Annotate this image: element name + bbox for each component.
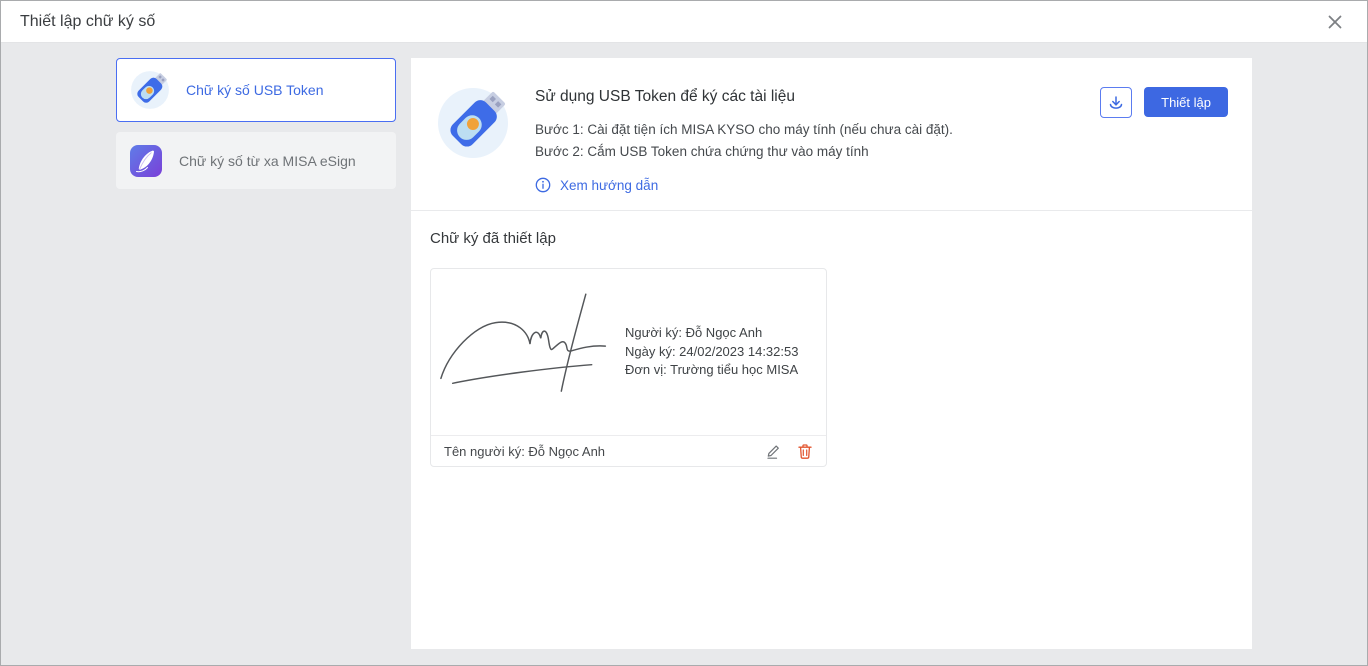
usb-section-title: Sử dụng USB Token để ký các tài liệu bbox=[535, 88, 795, 105]
signature-info: Người ký: Đỗ Ngọc Anh Ngày ký: 24/02/202… bbox=[625, 324, 798, 380]
setup-button[interactable]: Thiết lập bbox=[1144, 87, 1228, 117]
download-button[interactable] bbox=[1100, 87, 1133, 118]
feather-icon bbox=[129, 144, 163, 178]
usb-step-2: Bước 2: Cắm USB Token chứa chứng thư vào… bbox=[535, 144, 869, 159]
close-icon[interactable] bbox=[1322, 9, 1348, 35]
usb-token-icon bbox=[130, 70, 170, 110]
main-panel: Sử dụng USB Token để ký các tài liệu Bướ… bbox=[411, 58, 1252, 649]
signature-card: Người ký: Đỗ Ngọc Anh Ngày ký: 24/02/202… bbox=[430, 268, 827, 467]
signature-card-body: Người ký: Đỗ Ngọc Anh Ngày ký: 24/02/202… bbox=[431, 269, 826, 435]
guide-link[interactable]: Xem hướng dẫn bbox=[535, 177, 658, 193]
guide-link-label: Xem hướng dẫn bbox=[560, 177, 659, 193]
download-icon bbox=[1107, 94, 1125, 112]
usb-token-large-icon bbox=[437, 84, 511, 165]
sidebar-item-esign[interactable]: Chữ ký số từ xa MISA eSign bbox=[116, 132, 396, 189]
trash-icon[interactable] bbox=[797, 443, 813, 460]
usb-section-actions: Thiết lập bbox=[1100, 87, 1228, 118]
digital-signature-setup-dialog: Thiết lập chữ ký số Chữ ký số USB Token … bbox=[0, 0, 1368, 666]
info-circle-icon bbox=[535, 177, 551, 193]
signature-image bbox=[437, 286, 623, 419]
usb-step-1: Bước 1: Cài đặt tiện ích MISA KYSO cho m… bbox=[535, 122, 953, 137]
signature-signer: Người ký: Đỗ Ngọc Anh bbox=[625, 325, 763, 341]
sidebar-item-usb-token[interactable]: Chữ ký số USB Token bbox=[116, 58, 396, 122]
dialog-titlebar: Thiết lập chữ ký số bbox=[1, 1, 1367, 43]
sidebar-item-label: Chữ ký số từ xa MISA eSign bbox=[179, 152, 356, 169]
signature-unit: Đơn vị: Trường tiểu học MISA bbox=[625, 362, 799, 378]
signature-date: Ngày ký: 24/02/2023 14:32:53 bbox=[625, 343, 799, 359]
signature-card-footer: Tên người ký: Đỗ Ngọc Anh bbox=[431, 435, 826, 466]
panel-divider bbox=[411, 210, 1252, 211]
usb-section-text: Sử dụng USB Token để ký các tài liệu Bướ… bbox=[535, 88, 953, 193]
edit-pencil-icon[interactable] bbox=[765, 443, 782, 460]
signature-footer-name: Tên người ký: Đỗ Ngọc Anh bbox=[444, 443, 606, 459]
dialog-body: Chữ ký số USB Token Chữ ký số từ xa MISA… bbox=[1, 44, 1367, 665]
signature-card-actions bbox=[765, 443, 813, 460]
sidebar-item-label: Chữ ký số USB Token bbox=[186, 82, 324, 98]
configured-signatures-title: Chữ ký đã thiết lập bbox=[430, 230, 556, 247]
dialog-title: Thiết lập chữ ký số bbox=[20, 12, 156, 30]
